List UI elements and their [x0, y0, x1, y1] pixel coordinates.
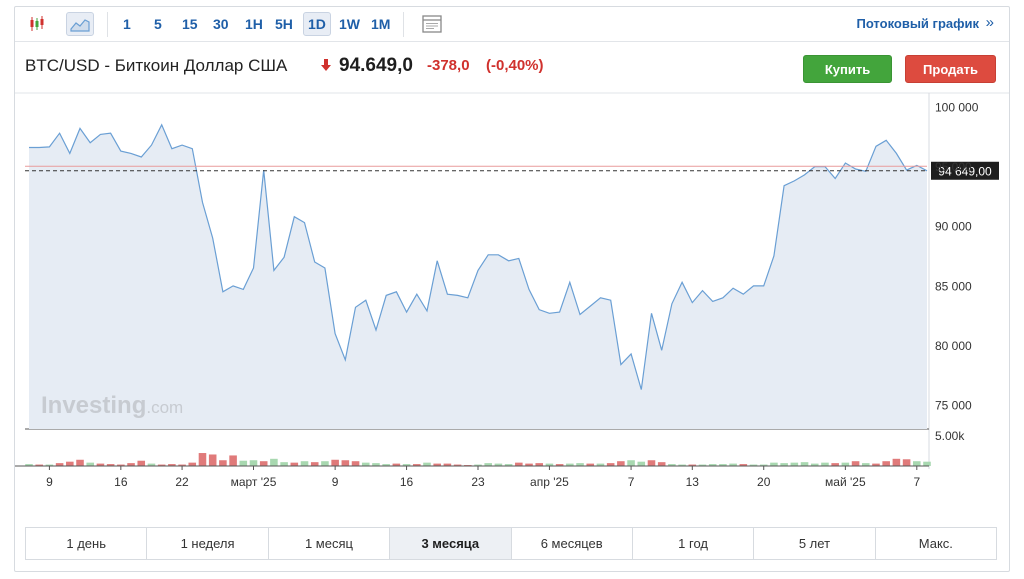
volume-bar — [66, 461, 74, 466]
volume-bar — [137, 460, 146, 466]
volume-bar — [800, 462, 809, 466]
volume-bar — [851, 461, 860, 466]
volume-bar — [821, 462, 829, 466]
volume-bar — [188, 462, 197, 466]
volume-bar — [280, 462, 288, 466]
volume-bar — [647, 460, 656, 466]
time-range-tabs: 1 день 1 неделя 1 месяц 3 месяца 6 месяцев 1 … — [25, 527, 997, 560]
price-area — [29, 124, 927, 430]
volume-bar — [882, 461, 890, 466]
volume-bar — [790, 462, 799, 466]
x-tick-label: 7 — [628, 475, 635, 489]
volume-bar — [627, 460, 635, 466]
x-tick-label: 20 — [757, 475, 771, 489]
x-tick-label: 9 — [332, 475, 339, 489]
y-tick-label: 90 000 — [935, 220, 972, 234]
range-tab-4[interactable]: 6 месяцев — [511, 528, 633, 559]
volume-bar — [351, 461, 360, 466]
volume-bar — [239, 460, 248, 466]
volume-bar — [76, 459, 84, 466]
range-tab-3[interactable]: 3 месяца — [390, 528, 512, 559]
volume-bar — [657, 462, 666, 466]
y-tick-label: 100 000 — [935, 100, 979, 114]
volume-scale-label: 5.00k — [935, 429, 965, 443]
volume-bar — [892, 458, 901, 466]
price-chart[interactable]: Investing.com94 649,00100 00095 00090 00… — [15, 7, 1009, 519]
volume-bar — [310, 462, 319, 466]
volume-bar — [321, 461, 329, 466]
volume-bar — [617, 461, 625, 466]
x-tick-label: 23 — [471, 475, 485, 489]
x-tick-label: апр '25 — [530, 475, 569, 489]
volume-bar — [341, 460, 350, 466]
x-tick-label: 7 — [913, 475, 920, 489]
x-tick-label: 9 — [46, 475, 53, 489]
range-tab-7[interactable]: Макс. — [875, 528, 996, 559]
volume-bar — [770, 462, 778, 466]
x-tick-label: 22 — [175, 475, 189, 489]
volume-bar — [423, 462, 431, 466]
chart-widget: 1 5 15 30 1H 5H 1D 1W 1M Потоковый график » BTC/… — [14, 6, 1010, 572]
volume-bar — [259, 461, 268, 466]
volume-bar — [902, 459, 911, 466]
volume-bar — [249, 460, 258, 466]
y-tick-label: 85 000 — [935, 279, 972, 293]
volume-bar — [923, 461, 931, 466]
x-tick-label: 16 — [114, 475, 128, 489]
range-tab-2[interactable]: 1 месяц — [268, 528, 391, 559]
volume-bar — [331, 459, 339, 466]
range-tab-6[interactable]: 5 лет — [754, 528, 876, 559]
volume-bar — [219, 460, 227, 466]
volume-bar — [208, 454, 217, 466]
y-tick-label: 75 000 — [935, 399, 972, 413]
volume-bar — [198, 453, 207, 466]
range-tab-0[interactable]: 1 день — [26, 528, 148, 559]
volume-bar — [300, 461, 309, 466]
volume-bar — [913, 461, 921, 466]
x-tick-label: май '25 — [825, 475, 866, 489]
range-tab-1[interactable]: 1 неделя — [147, 528, 269, 559]
range-tab-5[interactable]: 1 год — [632, 528, 755, 559]
volume-bar — [270, 458, 278, 466]
y-tick-label: 95 000 — [935, 160, 972, 174]
x-tick-label: 13 — [686, 475, 700, 489]
volume-bar — [361, 462, 370, 466]
volume-bar — [637, 461, 646, 466]
y-tick-label: 80 000 — [935, 339, 972, 353]
volume-bar — [515, 462, 523, 466]
volume-bar — [86, 462, 95, 466]
x-tick-label: 16 — [400, 475, 414, 489]
volume-bar — [229, 455, 237, 466]
volume-bar — [290, 462, 299, 466]
volume-bar — [841, 462, 850, 466]
x-tick-label: март '25 — [231, 475, 277, 489]
